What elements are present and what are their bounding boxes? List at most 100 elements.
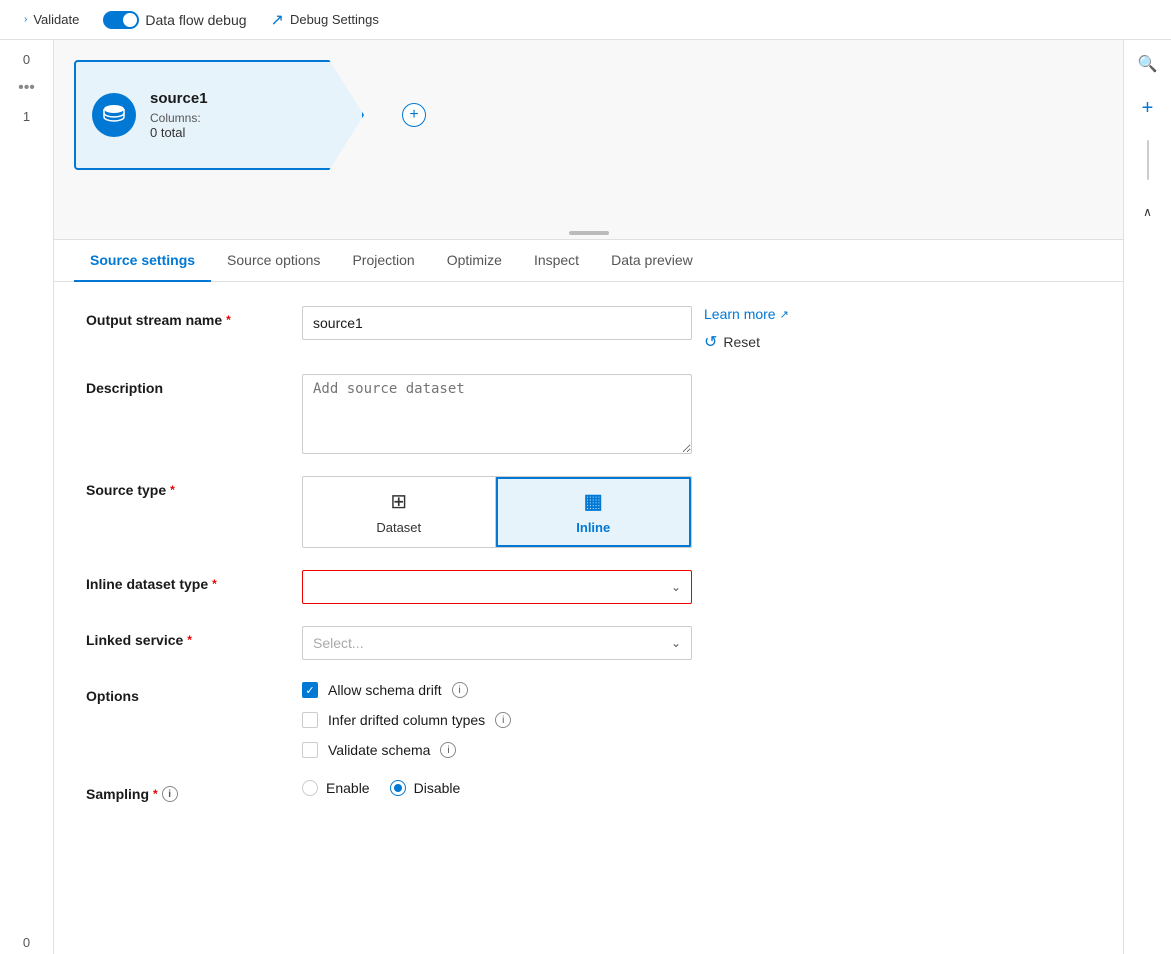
validate-schema-label: Validate schema xyxy=(328,742,430,758)
tab-data-preview[interactable]: Data preview xyxy=(595,240,709,282)
tab-source-settings[interactable]: Source settings xyxy=(74,240,211,282)
dataflow-debug-label: Data flow debug xyxy=(145,12,246,28)
inline-dataset-type-control-wrap: ⌄ xyxy=(302,570,1091,604)
reset-icon: ↺ xyxy=(704,332,717,352)
debug-settings-icon: ↗ xyxy=(271,10,284,30)
sampling-row: Sampling * i Enable Disable xyxy=(86,780,1091,802)
linked-service-label: Linked service * xyxy=(86,626,286,648)
dataflow-debug-toggle-wrap: Data flow debug xyxy=(103,11,246,29)
options-control-wrap: Allow schema drift i Infer drifted colum… xyxy=(302,682,1091,758)
sidebar-dots[interactable]: ••• xyxy=(18,79,35,97)
allow-schema-drift-info-icon[interactable]: i xyxy=(452,682,468,698)
external-link-icon: ↗ xyxy=(780,308,789,321)
validate-schema-row: Validate schema i xyxy=(302,742,511,758)
tab-projection[interactable]: Projection xyxy=(336,240,430,282)
output-stream-row: Output stream name * Learn more ↗ ↺ xyxy=(86,306,1091,352)
node-info: source1 Columns: 0 total xyxy=(150,90,208,140)
chevron-up-icon: ∧ xyxy=(1143,205,1152,219)
description-label: Description xyxy=(86,374,286,396)
node-icon xyxy=(92,93,136,137)
action-links: Learn more ↗ ↺ Reset xyxy=(704,306,789,352)
validate-schema-info-icon[interactable]: i xyxy=(440,742,456,758)
source-type-required-star: * xyxy=(170,483,175,497)
database-icon xyxy=(102,103,126,127)
validate-chevron-icon: › xyxy=(24,14,27,25)
panel-area: Source settings Source options Projectio… xyxy=(54,240,1123,954)
collapse-button[interactable]: ∧ xyxy=(1132,196,1164,228)
dataset-icon: ⊞ xyxy=(390,489,407,514)
output-stream-control-wrap: Learn more ↗ ↺ Reset xyxy=(302,306,1091,352)
sidebar-num-1: 1 xyxy=(13,105,41,128)
left-sidebar: 0 ••• 1 0 xyxy=(0,40,54,954)
sampling-enable-radio[interactable] xyxy=(302,780,318,796)
linked-service-row: Linked service * Select... ⌄ xyxy=(86,626,1091,660)
node-columns-count: 0 total xyxy=(150,125,208,140)
source-type-buttons: ⊞ Dataset ▦ Inline xyxy=(302,476,692,548)
description-textarea[interactable] xyxy=(302,374,692,454)
content-area: source1 Columns: 0 total + Source settin… xyxy=(54,40,1123,954)
inline-dataset-dropdown-arrow-icon: ⌄ xyxy=(671,580,681,594)
linked-service-required-star: * xyxy=(187,633,192,647)
dataset-label: Dataset xyxy=(376,520,421,535)
node-title: source1 xyxy=(150,90,208,107)
search-button[interactable]: 🔍 xyxy=(1132,48,1164,80)
dataflow-debug-toggle[interactable] xyxy=(103,11,139,29)
options-row: Options Allow schema drift i xyxy=(86,682,1091,758)
output-stream-input[interactable] xyxy=(302,306,692,340)
sampling-radio-group: Enable Disable xyxy=(302,780,460,796)
inline-dataset-required-star: * xyxy=(212,577,217,591)
allow-schema-drift-checkbox[interactable] xyxy=(302,682,318,698)
add-button[interactable]: + xyxy=(1132,92,1164,124)
sampling-info-icon[interactable]: i xyxy=(162,786,178,802)
search-icon: 🔍 xyxy=(1138,54,1158,74)
dataset-type-button[interactable]: ⊞ Dataset xyxy=(303,477,496,547)
sampling-enable-label: Enable xyxy=(326,780,370,796)
output-stream-required-star: * xyxy=(226,313,231,327)
sampling-disable-row[interactable]: Disable xyxy=(390,780,461,796)
infer-drifted-checkbox[interactable] xyxy=(302,712,318,728)
toggle-knob xyxy=(123,13,137,27)
inline-type-button[interactable]: ▦ Inline xyxy=(496,477,692,547)
right-divider xyxy=(1147,140,1149,180)
sampling-disable-radio[interactable] xyxy=(390,780,406,796)
node-columns-label: Columns: xyxy=(150,111,208,125)
linked-service-control-wrap: Select... ⌄ xyxy=(302,626,1091,660)
validate-schema-checkbox[interactable] xyxy=(302,742,318,758)
sampling-label: Sampling * i xyxy=(86,780,286,802)
node-card[interactable]: source1 Columns: 0 total xyxy=(74,60,364,170)
top-bar: › Validate Data flow debug ↗ Debug Setti… xyxy=(0,0,1171,40)
tab-inspect[interactable]: Inspect xyxy=(518,240,595,282)
source-type-control-wrap: ⊞ Dataset ▦ Inline xyxy=(302,476,1091,548)
infer-drifted-label: Infer drifted column types xyxy=(328,712,485,728)
collapse-bar[interactable] xyxy=(569,231,609,235)
tab-source-options[interactable]: Source options xyxy=(211,240,336,282)
infer-drifted-info-icon[interactable]: i xyxy=(495,712,511,728)
validate-button[interactable]: › Validate xyxy=(16,8,87,31)
linked-service-placeholder: Select... xyxy=(313,635,364,651)
node-plus-button[interactable]: + xyxy=(402,103,426,127)
allow-schema-drift-label: Allow schema drift xyxy=(328,682,442,698)
sampling-control-wrap: Enable Disable xyxy=(302,780,1091,796)
add-icon: + xyxy=(1142,97,1154,120)
sidebar-num-2: 0 xyxy=(13,931,41,954)
sampling-enable-row[interactable]: Enable xyxy=(302,780,370,796)
source-type-label: Source type * xyxy=(86,476,286,498)
debug-settings-button[interactable]: ↗ Debug Settings xyxy=(263,6,387,34)
tabs-row: Source settings Source options Projectio… xyxy=(54,240,1123,282)
source-type-row: Source type * ⊞ Dataset ▦ Inline xyxy=(86,476,1091,548)
checkbox-group: Allow schema drift i Infer drifted colum… xyxy=(302,682,511,758)
inline-label: Inline xyxy=(576,520,610,535)
validate-label: Validate xyxy=(33,12,79,27)
inline-dataset-type-dropdown[interactable]: ⌄ xyxy=(302,570,692,604)
main-layout: 0 ••• 1 0 source1 xyxy=(0,40,1171,954)
tab-optimize[interactable]: Optimize xyxy=(431,240,518,282)
debug-settings-label: Debug Settings xyxy=(290,12,379,27)
sampling-required-star: * xyxy=(153,787,158,801)
form-area: Output stream name * Learn more ↗ ↺ xyxy=(54,282,1123,954)
reset-link[interactable]: ↺ Reset xyxy=(704,332,789,352)
learn-more-link[interactable]: Learn more ↗ xyxy=(704,306,789,322)
inline-icon: ▦ xyxy=(584,489,603,514)
linked-service-dropdown[interactable]: Select... ⌄ xyxy=(302,626,692,660)
linked-service-dropdown-arrow-icon: ⌄ xyxy=(671,636,681,650)
infer-drifted-row: Infer drifted column types i xyxy=(302,712,511,728)
